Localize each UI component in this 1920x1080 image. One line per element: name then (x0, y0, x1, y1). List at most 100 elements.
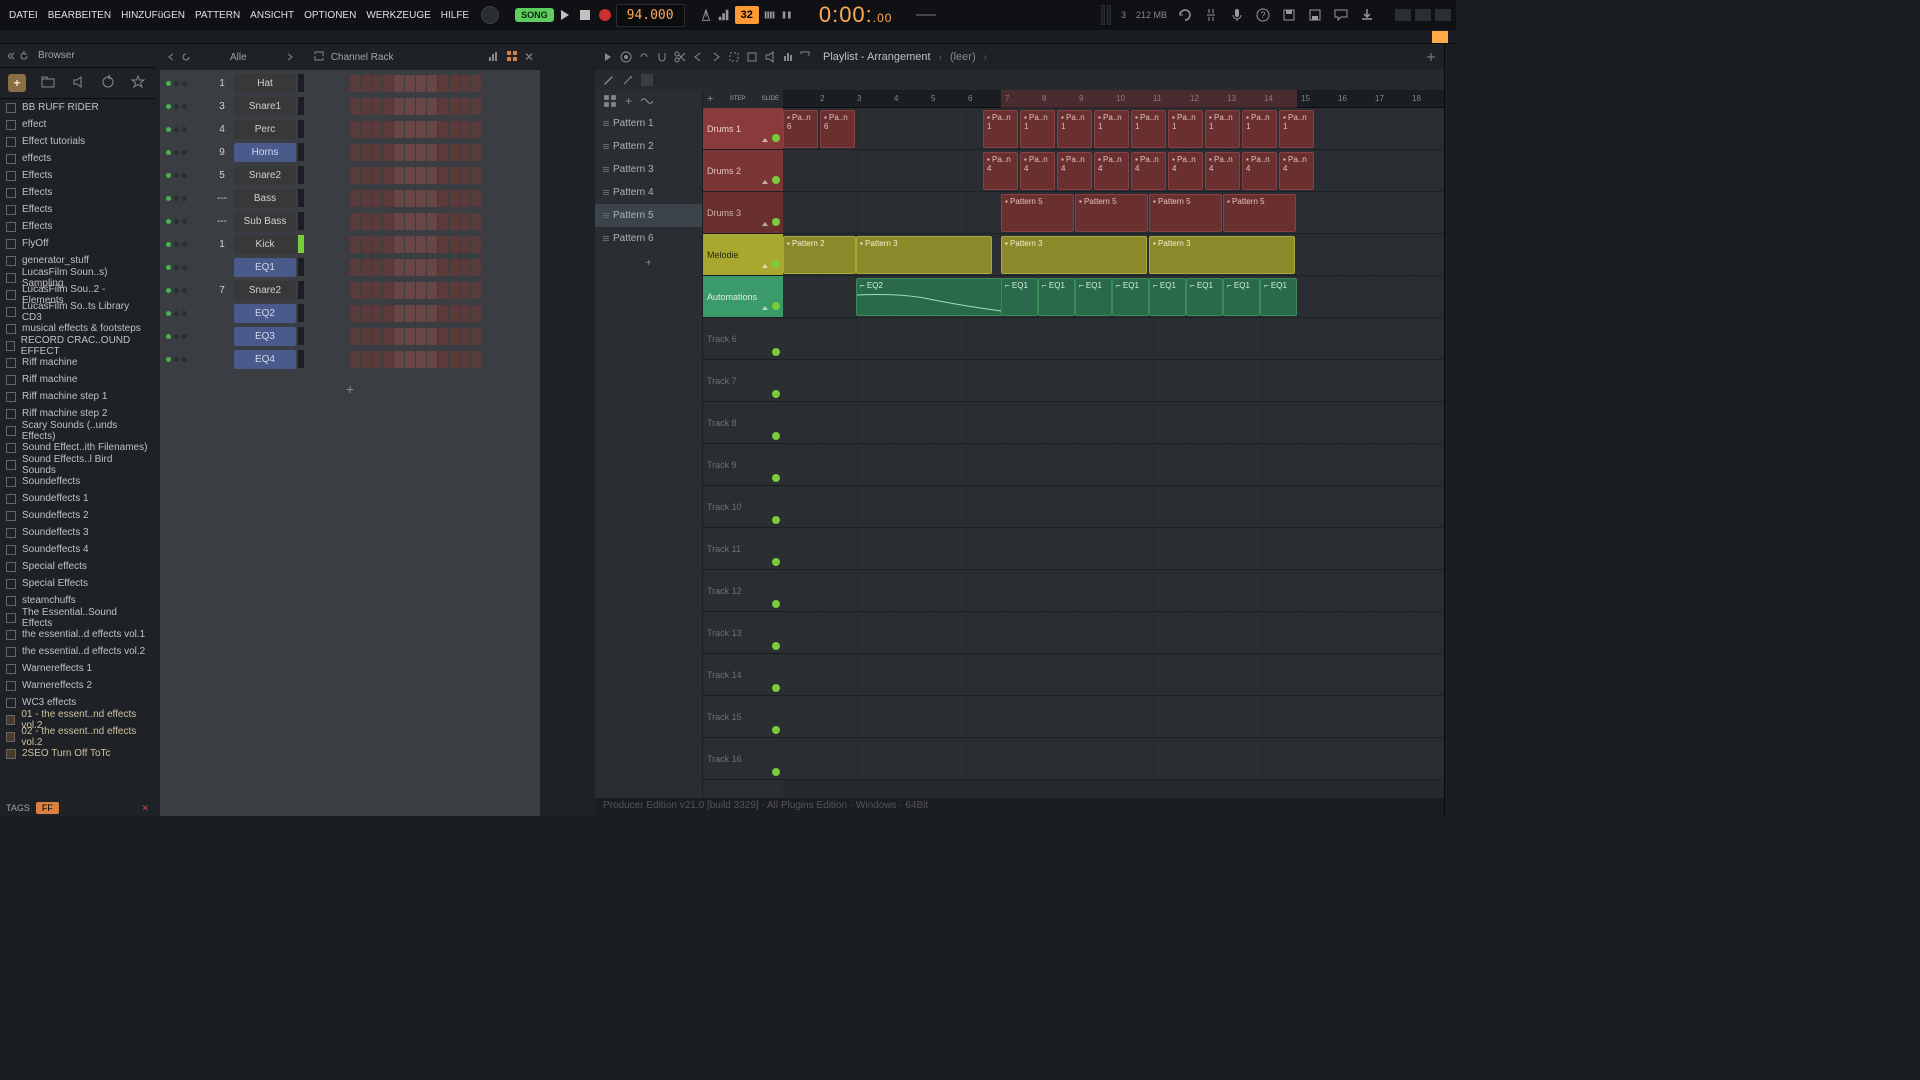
time-display[interactable]: 0:00:.00 (819, 2, 893, 28)
channel-led[interactable] (174, 219, 179, 224)
grid-row[interactable] (783, 360, 1444, 402)
step-cell[interactable] (394, 259, 404, 276)
channel-led[interactable] (182, 104, 187, 109)
playlist-clip[interactable]: ▪ Pa..n 1 (1279, 110, 1314, 148)
step-cell[interactable] (438, 351, 448, 368)
channel-name-button[interactable]: Snare2 (234, 281, 296, 300)
step-cell[interactable] (427, 167, 437, 184)
step-cell[interactable] (361, 351, 371, 368)
step-cell[interactable] (438, 282, 448, 299)
track-mute-led[interactable] (772, 600, 780, 608)
step-cell[interactable] (350, 190, 360, 207)
step-cell[interactable] (361, 259, 371, 276)
step-cell[interactable] (361, 328, 371, 345)
step-cell[interactable] (460, 328, 470, 345)
channel-name-button[interactable]: EQ4 (234, 350, 296, 369)
step-cell[interactable] (471, 328, 481, 345)
timeline-selection[interactable] (1001, 90, 1297, 108)
playlist-clip[interactable]: ▪ Pa..n 4 (1131, 152, 1166, 190)
playlist-clip[interactable]: ▪ Pattern 5 (1149, 194, 1222, 232)
arrangement-name[interactable]: (leer) (950, 51, 976, 63)
channel-led[interactable] (174, 173, 179, 178)
browser-item[interactable]: the essential..d effects vol.2 (0, 643, 155, 660)
step-cell[interactable] (306, 305, 316, 322)
channel-led[interactable] (182, 173, 187, 178)
track-mute-led[interactable] (772, 768, 780, 776)
channel-led[interactable] (174, 242, 179, 247)
menu-file[interactable]: DATEI (5, 7, 42, 24)
playlist-clip[interactable]: ▪ Pa..n 4 (1057, 152, 1092, 190)
pl-cut-icon[interactable] (673, 50, 687, 64)
step-cell[interactable] (372, 236, 382, 253)
drag-handle-icon[interactable] (603, 236, 609, 241)
channel-led[interactable] (182, 334, 187, 339)
channel-name-button[interactable]: EQ3 (234, 327, 296, 346)
track-mute-led[interactable] (772, 348, 780, 356)
playlist-clip[interactable]: ⌐ EQ1 (1075, 278, 1112, 316)
playlist-clip[interactable]: ▪ Pattern 5 (1223, 194, 1296, 232)
step-cell[interactable] (394, 328, 404, 345)
pl-marker-icon[interactable] (727, 50, 741, 64)
channel-select-indicator[interactable] (298, 350, 304, 368)
channel-led[interactable] (166, 334, 171, 339)
step-cell[interactable] (361, 282, 371, 299)
step-cell[interactable] (438, 236, 448, 253)
step-cell[interactable] (328, 328, 338, 345)
drag-handle-icon[interactable] (603, 167, 609, 172)
step-cell[interactable] (460, 282, 470, 299)
step-cell[interactable] (361, 190, 371, 207)
control-panel-icon[interactable] (1432, 31, 1448, 43)
step-cell[interactable] (328, 121, 338, 138)
browser-item[interactable]: Soundeffects (0, 473, 155, 490)
step-cell[interactable] (394, 351, 404, 368)
channel-led[interactable] (166, 104, 171, 109)
step-cell[interactable] (350, 282, 360, 299)
knob-1[interactable] (481, 6, 499, 24)
step-cell[interactable] (339, 351, 349, 368)
minimize-button[interactable] (1395, 9, 1411, 21)
track-options-icon[interactable] (760, 218, 770, 230)
playlist-clip[interactable]: ▪ Pa..n 4 (1205, 152, 1240, 190)
step-sequencer[interactable] (306, 167, 481, 184)
playlist-clip[interactable]: ▪ Pa..n 1 (1094, 110, 1129, 148)
mic-icon[interactable] (1229, 7, 1245, 23)
step-cell[interactable] (460, 98, 470, 115)
step-cell[interactable] (471, 282, 481, 299)
step-cell[interactable] (460, 121, 470, 138)
grid-row[interactable] (783, 528, 1444, 570)
grid-row[interactable] (783, 696, 1444, 738)
pattern-item[interactable]: Pattern 5 (595, 204, 702, 227)
channel-led[interactable] (166, 288, 171, 293)
drag-handle-icon[interactable] (603, 121, 609, 126)
playlist-clip[interactable]: ⌐ EQ1 (1149, 278, 1186, 316)
step-cell[interactable] (317, 190, 327, 207)
snap-value[interactable]: 32 (735, 6, 759, 24)
step-cell[interactable] (449, 213, 459, 230)
browser-item[interactable]: LucasFilm So..ts Library CD3 (0, 303, 155, 320)
channel-led[interactable] (182, 265, 187, 270)
maximize-button[interactable] (1415, 9, 1431, 21)
step-cell[interactable] (405, 121, 415, 138)
step-sequencer[interactable] (306, 121, 481, 138)
step-cell[interactable] (383, 213, 393, 230)
step-cell[interactable] (449, 75, 459, 92)
step-cell[interactable] (449, 121, 459, 138)
track-header[interactable]: Track 7 (703, 360, 783, 402)
channel-led[interactable] (182, 81, 187, 86)
browser-item[interactable]: Scary Sounds (..unds Effects) (0, 422, 155, 439)
pl-vol-icon[interactable] (763, 50, 777, 64)
browser-item[interactable]: FlyOff (0, 235, 155, 252)
step-cell[interactable] (383, 259, 393, 276)
channel-led[interactable] (166, 173, 171, 178)
channel-select-indicator[interactable] (298, 143, 304, 161)
step-cell[interactable] (394, 305, 404, 322)
track-mute-led[interactable] (772, 218, 780, 226)
channel-number[interactable]: 3 (212, 101, 232, 112)
channel-number[interactable]: 1 (212, 239, 232, 250)
track-header[interactable]: Track 16 (703, 738, 783, 780)
step-cell[interactable] (460, 190, 470, 207)
step-cell[interactable] (394, 167, 404, 184)
step-cell[interactable] (416, 236, 426, 253)
pattern-item[interactable]: Pattern 6 (595, 227, 702, 250)
menu-tools[interactable]: WERKZEUGE (362, 7, 434, 24)
